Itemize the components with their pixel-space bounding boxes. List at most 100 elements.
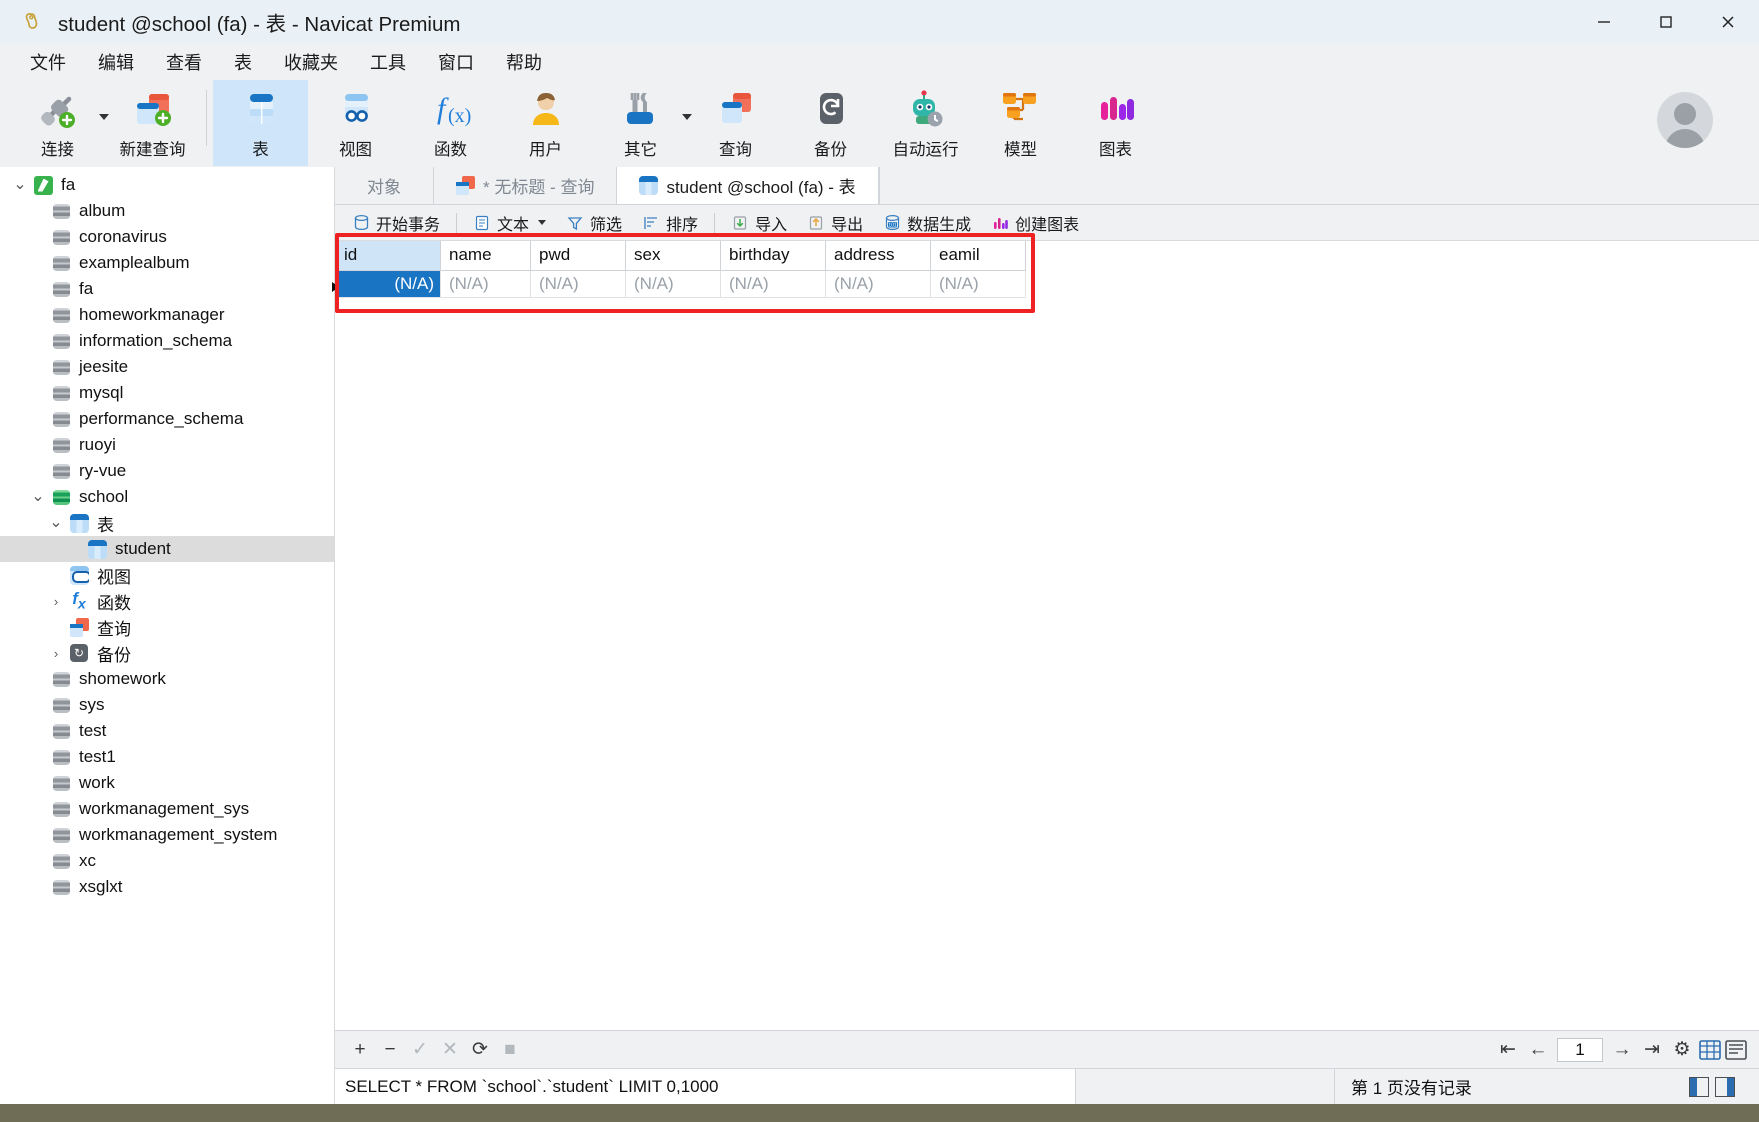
data-grid[interactable]: id name pwd sex birthday address eamil (N/A) (N/… bbox=[335, 241, 1026, 298]
tree-item-sys[interactable]: sys bbox=[0, 692, 334, 718]
tree-item-homeworkmanager[interactable]: homeworkmanager bbox=[0, 302, 334, 328]
begin-transaction-button[interactable]: 开始事务 bbox=[343, 208, 449, 238]
tree-item-[interactable]: › ↻ 备份 bbox=[0, 640, 334, 666]
avatar-wrapper[interactable] bbox=[1657, 92, 1713, 148]
tree-item-jeesite[interactable]: jeesite bbox=[0, 354, 334, 380]
grid-cell[interactable]: (N/A) bbox=[720, 270, 826, 298]
table-row[interactable]: (N/A) (N/A) (N/A) (N/A) (N/A) (N/A) (N/A) bbox=[335, 270, 1026, 298]
toolbar-function[interactable]: f (x) 函数 bbox=[403, 80, 498, 166]
tree-item-ruoyi[interactable]: ruoyi bbox=[0, 432, 334, 458]
column-header-pwd[interactable]: pwd bbox=[530, 241, 626, 271]
text-button[interactable]: 文本 bbox=[464, 208, 555, 238]
grid-cell[interactable]: (N/A) bbox=[825, 270, 931, 298]
grid-view-icon[interactable] bbox=[1697, 1037, 1723, 1063]
apply-change-button[interactable]: ✓ bbox=[405, 1035, 435, 1065]
tree-item-[interactable]: › fx 函数 bbox=[0, 588, 334, 614]
menu-help[interactable]: 帮助 bbox=[490, 45, 558, 79]
tree-item-album[interactable]: album bbox=[0, 198, 334, 224]
delete-record-button[interactable]: − bbox=[375, 1035, 405, 1065]
menu-tools[interactable]: 工具 bbox=[354, 45, 422, 79]
page-number-input[interactable]: 1 bbox=[1557, 1037, 1603, 1062]
tree-item-student[interactable]: student bbox=[0, 536, 334, 562]
filter-button[interactable]: 筛选 bbox=[557, 208, 631, 238]
menu-file[interactable]: 文件 bbox=[14, 45, 82, 79]
tab-objects[interactable]: 对象 bbox=[335, 167, 434, 204]
tree-item-[interactable]: 视图 bbox=[0, 562, 334, 588]
tree-item-school[interactable]: ⌄ school bbox=[0, 484, 334, 510]
tree-item-examplealbum[interactable]: examplealbum bbox=[0, 250, 334, 276]
data-grid-wrapper[interactable]: id name pwd sex birthday address eamil (N/A) (N/… bbox=[335, 233, 1759, 1030]
toolbar-other[interactable]: 其它 bbox=[593, 80, 692, 166]
toolbar-query[interactable]: 查询 bbox=[688, 80, 783, 166]
tree-item-workmanagement_system[interactable]: workmanagement_system bbox=[0, 822, 334, 848]
tree-item-work[interactable]: work bbox=[0, 770, 334, 796]
column-header-sex[interactable]: sex bbox=[625, 241, 721, 271]
user-avatar[interactable] bbox=[1657, 92, 1713, 148]
grid-cell[interactable]: (N/A) bbox=[530, 270, 626, 298]
column-header-id[interactable]: id bbox=[335, 241, 441, 271]
tree-item-shomework[interactable]: shomework bbox=[0, 666, 334, 692]
tree-item-xsglxt[interactable]: xsglxt bbox=[0, 874, 334, 900]
menu-table[interactable]: 表 bbox=[218, 45, 268, 79]
stop-button[interactable]: ■ bbox=[495, 1035, 525, 1065]
toggle-left-pane-icon[interactable] bbox=[1688, 1076, 1709, 1097]
toolbar-model[interactable]: 模型 bbox=[973, 80, 1068, 166]
tree-item-ry-vue[interactable]: ry-vue bbox=[0, 458, 334, 484]
next-page-button[interactable]: → bbox=[1607, 1035, 1637, 1065]
toolbar-chart[interactable]: 图表 bbox=[1068, 80, 1163, 166]
object-tree-sidebar[interactable]: ⌄ fa album coronavirus examplealbum fa homewor… bbox=[0, 167, 335, 1104]
toggle-right-pane-icon[interactable] bbox=[1714, 1076, 1735, 1097]
chevron-down-icon[interactable]: ⌄ bbox=[44, 515, 68, 531]
column-header-birthday[interactable]: birthday bbox=[720, 241, 826, 271]
chevron-right-icon[interactable]: › bbox=[44, 646, 68, 661]
toolbar-automation[interactable]: 自动运行 bbox=[878, 80, 973, 166]
chevron-right-icon[interactable]: › bbox=[44, 594, 68, 609]
export-button[interactable]: 导出 bbox=[798, 208, 872, 238]
first-page-button[interactable]: ⇤ bbox=[1493, 1035, 1523, 1065]
grid-cell[interactable]: (N/A) bbox=[930, 270, 1026, 298]
discard-change-button[interactable]: ✕ bbox=[435, 1035, 465, 1065]
menu-favorites[interactable]: 收藏夹 bbox=[268, 45, 354, 79]
grid-cell[interactable]: (N/A) bbox=[335, 270, 441, 298]
chevron-down-icon[interactable] bbox=[538, 220, 547, 225]
tree-item-workmanagement_sys[interactable]: workmanagement_sys bbox=[0, 796, 334, 822]
tree-item-test[interactable]: test bbox=[0, 718, 334, 744]
tab-student-table[interactable]: student @school (fa) - 表 bbox=[617, 167, 879, 204]
toolbar-user[interactable]: 用户 bbox=[498, 80, 593, 166]
last-page-button[interactable]: ⇥ bbox=[1637, 1035, 1667, 1065]
column-header-name[interactable]: name bbox=[440, 241, 531, 271]
tree-item-[interactable]: ⌄ 表 bbox=[0, 510, 334, 536]
column-header-address[interactable]: address bbox=[825, 241, 931, 271]
tree-item-xc[interactable]: xc bbox=[0, 848, 334, 874]
toolbar-new-query[interactable]: 新建查询 bbox=[105, 80, 200, 166]
tree-item-fa[interactable]: fa bbox=[0, 276, 334, 302]
tree-item-coronavirus[interactable]: coronavirus bbox=[0, 224, 334, 250]
import-button[interactable]: 导入 bbox=[722, 208, 796, 238]
tree-item-[interactable]: 查询 bbox=[0, 614, 334, 640]
toolbar-backup[interactable]: 备份 bbox=[783, 80, 878, 166]
column-header-eamil[interactable]: eamil bbox=[930, 241, 1026, 271]
menu-window[interactable]: 窗口 bbox=[422, 45, 490, 79]
grid-settings-button[interactable]: ⚙ bbox=[1667, 1035, 1697, 1065]
toolbar-view[interactable]: 视图 bbox=[308, 80, 403, 166]
tree-item-mysql[interactable]: mysql bbox=[0, 380, 334, 406]
create-chart-button[interactable]: 创建图表 bbox=[982, 208, 1088, 238]
sort-button[interactable]: 排序 bbox=[633, 208, 707, 238]
grid-cell[interactable]: (N/A) bbox=[440, 270, 531, 298]
menu-view[interactable]: 查看 bbox=[150, 45, 218, 79]
chevron-down-icon[interactable]: ⌄ bbox=[8, 177, 32, 193]
tree-item-test1[interactable]: test1 bbox=[0, 744, 334, 770]
toolbar-connection[interactable]: 连接 bbox=[10, 80, 109, 166]
minimize-button[interactable] bbox=[1573, 0, 1635, 44]
tab-untitled-query[interactable]: * 无标题 - 查询 bbox=[434, 167, 618, 204]
form-view-icon[interactable] bbox=[1723, 1037, 1749, 1063]
close-button[interactable] bbox=[1697, 0, 1759, 44]
toolbar-table[interactable]: 表 bbox=[213, 80, 308, 166]
chevron-down-icon[interactable]: ⌄ bbox=[26, 489, 50, 505]
tree-item-information_schema[interactable]: information_schema bbox=[0, 328, 334, 354]
grid-cell[interactable]: (N/A) bbox=[625, 270, 721, 298]
menu-edit[interactable]: 编辑 bbox=[82, 45, 150, 79]
maximize-button[interactable] bbox=[1635, 0, 1697, 44]
prev-page-button[interactable]: ← bbox=[1523, 1035, 1553, 1065]
add-record-button[interactable]: + bbox=[345, 1035, 375, 1065]
